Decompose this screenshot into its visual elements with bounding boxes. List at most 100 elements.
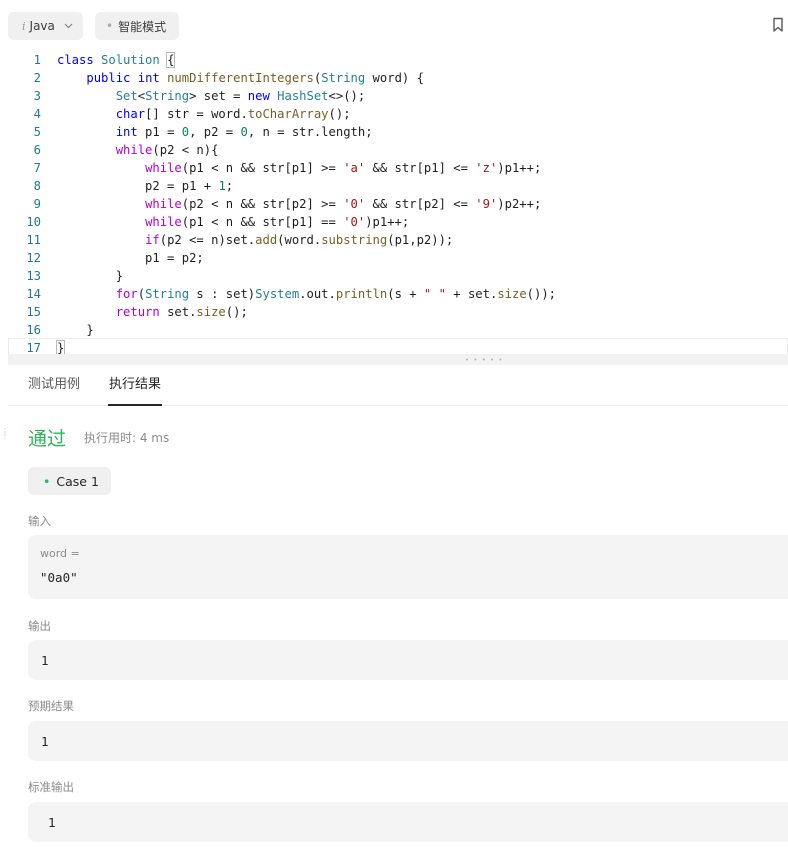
- code-text: char[] str = word.toCharArray();: [57, 105, 351, 123]
- mode-selector[interactable]: • 智能模式: [95, 12, 179, 40]
- code-token: return: [115, 305, 160, 319]
- case-tab-1[interactable]: • Case 1: [28, 467, 111, 495]
- code-line[interactable]: 8 p2 = p1 + 1;: [8, 177, 788, 195]
- code-token: )p1++;: [365, 215, 410, 229]
- mode-label: 智能模式: [118, 19, 167, 34]
- line-number: 4: [33, 107, 41, 121]
- panel-resize-divider[interactable]: [8, 354, 788, 365]
- code-token: Solution: [101, 53, 160, 67]
- code-token: " ": [423, 287, 446, 301]
- code-token: String: [321, 71, 366, 85]
- code-line[interactable]: 1 class Solution {: [8, 51, 788, 69]
- code-line[interactable]: 12 p1 = p2;: [8, 249, 788, 267]
- code-text: p2 = p1 + 1;: [57, 177, 233, 195]
- chevron-down-icon: [64, 21, 73, 32]
- code-line[interactable]: 2 public int numDifferentIntegers(String…: [8, 69, 788, 87]
- code-token: while: [145, 161, 182, 175]
- code-text: int p1 = 0, p2 = 0, n = str.length;: [57, 123, 373, 141]
- code-token: for: [115, 287, 138, 301]
- code-line[interactable]: 11 if(p2 <= n)set.add(word.substring(p1,…: [8, 231, 788, 249]
- code-token: , n = str.length;: [247, 125, 373, 139]
- info-italic-icon: i: [22, 19, 26, 33]
- resize-handle-icon[interactable]: • • • • •: [465, 357, 504, 364]
- code-token: set.: [159, 305, 197, 319]
- code-line[interactable]: 10 while(p1 < n && str[p1] == '0')p1++;: [8, 213, 788, 231]
- side-drag-handle-icon[interactable]: ⋮ ⋮: [1, 428, 9, 440]
- code-line[interactable]: 6 while(p2 < n){: [8, 141, 788, 159]
- code-token: numDifferentIntegers: [167, 71, 314, 85]
- output-value: 1: [41, 653, 49, 668]
- code-token: while: [145, 197, 182, 211]
- code-line[interactable]: 3 Set<String> set = new HashSet<>();: [8, 87, 788, 105]
- tab-result[interactable]: 执行结果: [108, 375, 163, 406]
- input-box: word = "0a0": [28, 535, 788, 599]
- code-text: while(p2 < n && str[p2] >= '0' && str[p2…: [57, 195, 541, 213]
- code-text: return set.size();: [57, 303, 248, 321]
- code-token: }: [57, 269, 124, 283]
- code-editor[interactable]: 1 class Solution {2 public int numDiffere…: [8, 48, 788, 356]
- line-number: 7: [33, 161, 41, 175]
- code-line[interactable]: 13 }: [8, 267, 788, 285]
- code-line[interactable]: 4 char[] str = word.toCharArray();: [8, 105, 788, 123]
- language-selector[interactable]: i Java: [8, 12, 83, 40]
- input-var-value: "0a0": [40, 570, 78, 585]
- line-number: 12: [26, 251, 41, 265]
- code-token: && str[p1] <=: [365, 161, 476, 175]
- expected-value: 1: [41, 734, 49, 749]
- code-token: toCharArray: [247, 107, 329, 121]
- code-line[interactable]: 7 while(p1 < n && str[p1] >= 'a' && str[…: [8, 159, 788, 177]
- code-token: 'a': [343, 161, 366, 175]
- code-token: if: [145, 233, 160, 247]
- line-number: 1: [33, 53, 41, 67]
- code-line[interactable]: 14 for(String s : set)System.out.println…: [8, 285, 788, 303]
- code-token: )p2++;: [497, 197, 542, 211]
- code-token: int: [137, 71, 160, 85]
- code-line[interactable]: 16 }: [8, 321, 788, 339]
- code-token: ();: [328, 107, 351, 121]
- pass-dot-icon: •: [43, 473, 51, 489]
- stdout-value: 1: [48, 815, 56, 830]
- line-number: 2: [33, 71, 41, 85]
- code-token: 0: [240, 125, 248, 139]
- code-line[interactable]: 15 return set.size();: [8, 303, 788, 321]
- code-token: while: [145, 215, 182, 229]
- code-token: ());: [526, 287, 557, 301]
- code-token: word) {: [365, 71, 424, 85]
- code-token: ;: [225, 179, 234, 193]
- code-token: ();: [225, 305, 248, 319]
- code-token: (p1 < n && str[p1] >=: [181, 161, 344, 175]
- code-token: System: [255, 287, 300, 301]
- line-number: 11: [26, 233, 41, 247]
- code-text: }: [57, 267, 123, 285]
- input-var-name: word =: [40, 547, 80, 560]
- bookmark-icon[interactable]: [772, 17, 784, 33]
- code-token: println: [335, 287, 388, 301]
- code-token: while: [115, 143, 153, 157]
- tab-test-case[interactable]: 测试用例: [28, 375, 80, 406]
- code-token: {: [166, 52, 176, 68]
- code-token: (s +: [387, 287, 424, 301]
- language-label: Java: [29, 19, 55, 33]
- case-label: Case 1: [56, 473, 99, 489]
- code-text: Set<String> set = new HashSet<>();: [57, 87, 366, 105]
- code-token: String: [145, 287, 190, 301]
- code-token: 'z': [475, 161, 498, 175]
- code-token: (p1,p2));: [387, 233, 454, 247]
- code-text: public int numDifferentIntegers(String w…: [57, 69, 424, 87]
- code-line[interactable]: 9 while(p2 < n && str[p2] >= '0' && str[…: [8, 195, 788, 213]
- code-token: p2 = p1 +: [57, 179, 219, 193]
- output-label: 输出: [28, 619, 51, 633]
- code-token: (p1 < n && str[p1] ==: [181, 215, 344, 229]
- code-line[interactable]: 5 int p1 = 0, p2 = 0, n = str.length;: [8, 123, 788, 141]
- line-number: 14: [26, 287, 41, 301]
- code-token: (p2 < n){: [152, 143, 219, 157]
- code-token: (word.: [277, 233, 322, 247]
- code-token: && str[p2] <=: [365, 197, 476, 211]
